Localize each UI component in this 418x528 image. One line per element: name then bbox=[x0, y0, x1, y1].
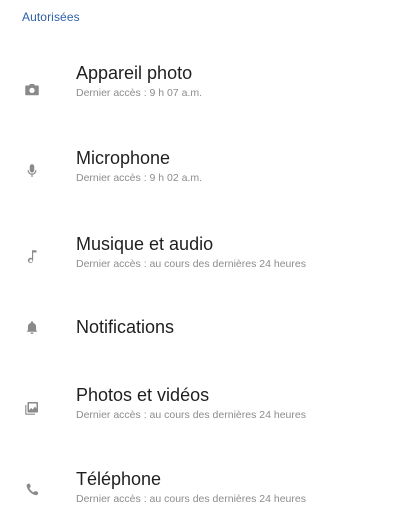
permission-last-access: Dernier accès : 9 h 02 a.m. bbox=[76, 172, 203, 184]
section-header-allowed: Autorisées bbox=[22, 10, 80, 24]
permission-title: Photos et vidéos bbox=[76, 385, 210, 405]
microphone-icon bbox=[22, 161, 42, 181]
permission-item-camera[interactable]: Appareil photo Dernier accès : 9 h 07 a.… bbox=[0, 62, 418, 122]
bell-icon bbox=[22, 318, 42, 338]
music-note-icon bbox=[22, 247, 42, 267]
permission-item-music-audio[interactable]: Musique et audio Dernier accès : au cour… bbox=[0, 233, 418, 293]
permission-last-access: Dernier accès : au cours des dernières 2… bbox=[76, 493, 306, 505]
photos-icon bbox=[22, 398, 42, 418]
permission-title: Musique et audio bbox=[76, 234, 214, 254]
permission-title: Téléphone bbox=[76, 469, 162, 489]
permission-title: Microphone bbox=[76, 148, 171, 168]
permission-last-access: Dernier accès : au cours des dernières 2… bbox=[76, 409, 306, 421]
permission-title: Notifications bbox=[76, 317, 175, 337]
camera-icon bbox=[22, 80, 42, 100]
permission-last-access: Dernier accès : 9 h 07 a.m. bbox=[76, 87, 203, 99]
phone-icon bbox=[22, 480, 42, 500]
permission-last-access: Dernier accès : au cours des dernières 2… bbox=[76, 258, 306, 270]
permission-item-notifications[interactable]: Notifications bbox=[0, 316, 418, 376]
permission-item-photos-videos[interactable]: Photos et vidéos Dernier accès : au cour… bbox=[0, 384, 418, 444]
permission-title: Appareil photo bbox=[76, 63, 193, 83]
permission-item-phone[interactable]: Téléphone Dernier accès : au cours des d… bbox=[0, 468, 418, 528]
permission-item-microphone[interactable]: Microphone Dernier accès : 9 h 02 a.m. bbox=[0, 147, 418, 207]
